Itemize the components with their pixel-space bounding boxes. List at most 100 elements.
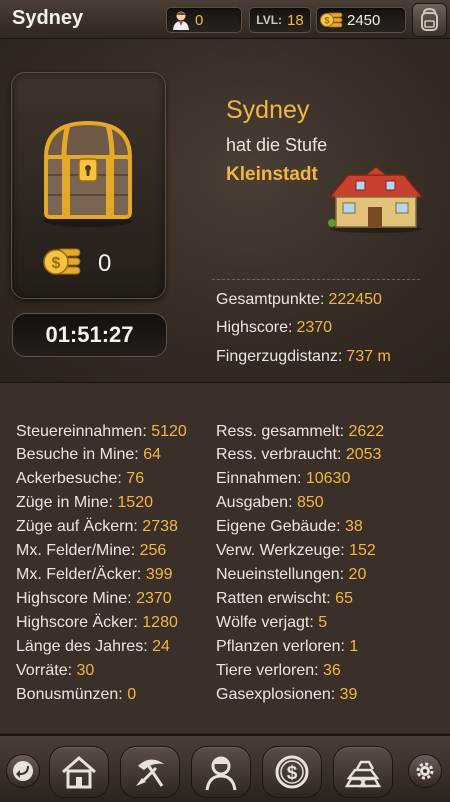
stat-right-6: Neueinstellungen: 20 [216, 566, 366, 584]
stat-value: 1280 [142, 614, 178, 631]
stat-value: 76 [126, 470, 145, 487]
stat-label: Steuereinnahmen: [16, 423, 147, 440]
stat-value: 256 [139, 542, 167, 559]
stat-value: 399 [145, 566, 173, 583]
stat-label: Verw. Werkzeuge: [216, 542, 345, 559]
stat-value: 5 [318, 614, 328, 631]
svg-text:$: $ [52, 255, 61, 272]
stat-value: 30 [76, 662, 95, 679]
stat-value: 65 [335, 590, 353, 607]
stat-right-7: Ratten erwischt: 65 [216, 590, 353, 608]
stat-right-4: Eigene Gebäude: 38 [216, 518, 363, 536]
worker-icon [173, 11, 189, 30]
gold-coin-stack-icon: $ [320, 12, 343, 28]
gold-bars-icon [344, 760, 382, 788]
gold-coin-stack-icon: $ [43, 248, 81, 275]
stat-label: Mx. Felder/Äcker: [16, 566, 142, 583]
score-total: Gesamtpunkte: 222450 [216, 291, 382, 309]
stat-value: 1520 [117, 494, 153, 511]
stat-value: 5120 [151, 423, 187, 440]
town-house-icon [328, 167, 424, 233]
stage-text: hat die Stufe [226, 135, 328, 155]
score-total-label: Gesamtpunkte: [216, 291, 325, 308]
treasure-chest-card[interactable]: $ 0 [11, 72, 166, 299]
stat-left-10: Vorräte: 30 [16, 662, 94, 680]
stat-label: Vorräte: [16, 662, 73, 679]
stat-label: Ratten erwischt: [216, 590, 331, 607]
nav-gold-button[interactable] [333, 746, 393, 798]
stat-label: Mx. Felder/Mine: [16, 542, 136, 559]
stat-value: 38 [345, 518, 363, 535]
shovel-pickaxe-icon [136, 759, 164, 787]
score-swipe-distance-label: Fingerzugdistanz: [216, 348, 343, 365]
back-button[interactable] [6, 754, 40, 788]
settings-button[interactable] [408, 754, 442, 788]
stat-label: Einnahmen: [216, 470, 302, 487]
stat-left-6: Mx. Felder/Äcker: 399 [16, 566, 173, 584]
stat-right-9: Pflanzen verloren: 1 [216, 638, 358, 656]
stat-right-11: Gasexplosionen: 39 [216, 686, 357, 704]
profile-divider [212, 279, 420, 280]
statistics-panel: Steuereinnahmen: 5120 Besuche in Mine: 6… [0, 382, 450, 733]
stat-value: 20 [348, 566, 367, 583]
svg-text:$: $ [324, 16, 329, 26]
stat-value: 64 [143, 446, 161, 463]
score-swipe-distance: Fingerzugdistanz: 737 m [216, 348, 391, 366]
stat-label: Züge auf Äckern: [16, 518, 138, 535]
stat-value: 24 [152, 638, 170, 655]
back-arrow-icon [13, 761, 33, 781]
stat-value: 1 [349, 638, 359, 655]
score-highscore-label: Highscore: [216, 319, 293, 336]
stat-right-10: Tiere verloren: 36 [216, 662, 341, 680]
score-total-value: 222450 [328, 291, 382, 308]
stat-right-0: Ress. gesammelt: 2622 [216, 423, 384, 441]
svg-text:$: $ [287, 763, 298, 784]
stat-left-8: Highscore Äcker: 1280 [16, 614, 178, 632]
stat-right-5: Verw. Werkzeuge: 152 [216, 542, 376, 560]
level-indicator: LVL: 18 [249, 7, 311, 33]
stat-label: Bonusmünzen: [16, 686, 123, 703]
score-highscore-value: 2370 [296, 319, 333, 336]
stat-value: 10630 [305, 470, 351, 487]
stat-left-0: Steuereinnahmen: 5120 [16, 423, 187, 441]
stat-right-1: Ress. verbraucht: 2053 [216, 446, 381, 464]
stat-value: 152 [349, 542, 376, 559]
stat-label: Gasexplosionen: [216, 686, 336, 703]
score-swipe-distance-value: 737 m [346, 348, 391, 365]
stat-left-1: Besuche in Mine: 64 [16, 446, 161, 464]
stat-right-3: Ausgaben: 850 [216, 494, 324, 512]
workers-counter[interactable]: 0 [166, 7, 242, 33]
stat-right-2: Einnahmen: 10630 [216, 470, 350, 488]
coins-count: 2450 [347, 11, 381, 29]
nav-finances-button[interactable]: $ [262, 746, 322, 798]
dollar-coin-icon: $ [275, 755, 309, 789]
stat-right-8: Wölfe verjagt: 5 [216, 614, 327, 632]
house-icon [62, 756, 96, 789]
nav-town-button[interactable] [49, 746, 109, 798]
coins-counter[interactable]: $ 2450 [316, 7, 406, 33]
city-name: Sydney [226, 96, 310, 124]
stat-label: Highscore Mine: [16, 590, 132, 607]
stat-label: Ackerbesuche: [16, 470, 122, 487]
stat-left-4: Züge auf Äckern: 2738 [16, 518, 178, 536]
city-profile-panel: $ 0 01:51:27 Sydney hat die Stufe Kleins… [0, 39, 450, 382]
backpack-button[interactable] [412, 3, 447, 37]
stat-label: Länge des Jahres: [16, 638, 148, 655]
gear-icon [416, 762, 434, 780]
stat-value: 2738 [142, 518, 178, 535]
level-label: LVL: [256, 13, 283, 27]
stat-label: Ress. verbraucht: [216, 446, 342, 463]
worker-portrait-icon [205, 756, 237, 791]
workers-count: 0 [195, 11, 204, 29]
stat-label: Besuche in Mine: [16, 446, 139, 463]
nav-workers-button[interactable] [191, 746, 251, 798]
stat-left-5: Mx. Felder/Mine: 256 [16, 542, 166, 560]
city-title: Sydney [12, 7, 84, 29]
stage-name: Kleinstadt [226, 164, 318, 185]
stat-label: Neueinstellungen: [216, 566, 345, 583]
score-highscore: Highscore: 2370 [216, 319, 332, 337]
chest-coin-count: 0 [98, 250, 112, 277]
stat-left-7: Highscore Mine: 2370 [16, 590, 172, 608]
stat-value: 2370 [136, 590, 172, 607]
nav-tools-button[interactable] [120, 746, 180, 798]
